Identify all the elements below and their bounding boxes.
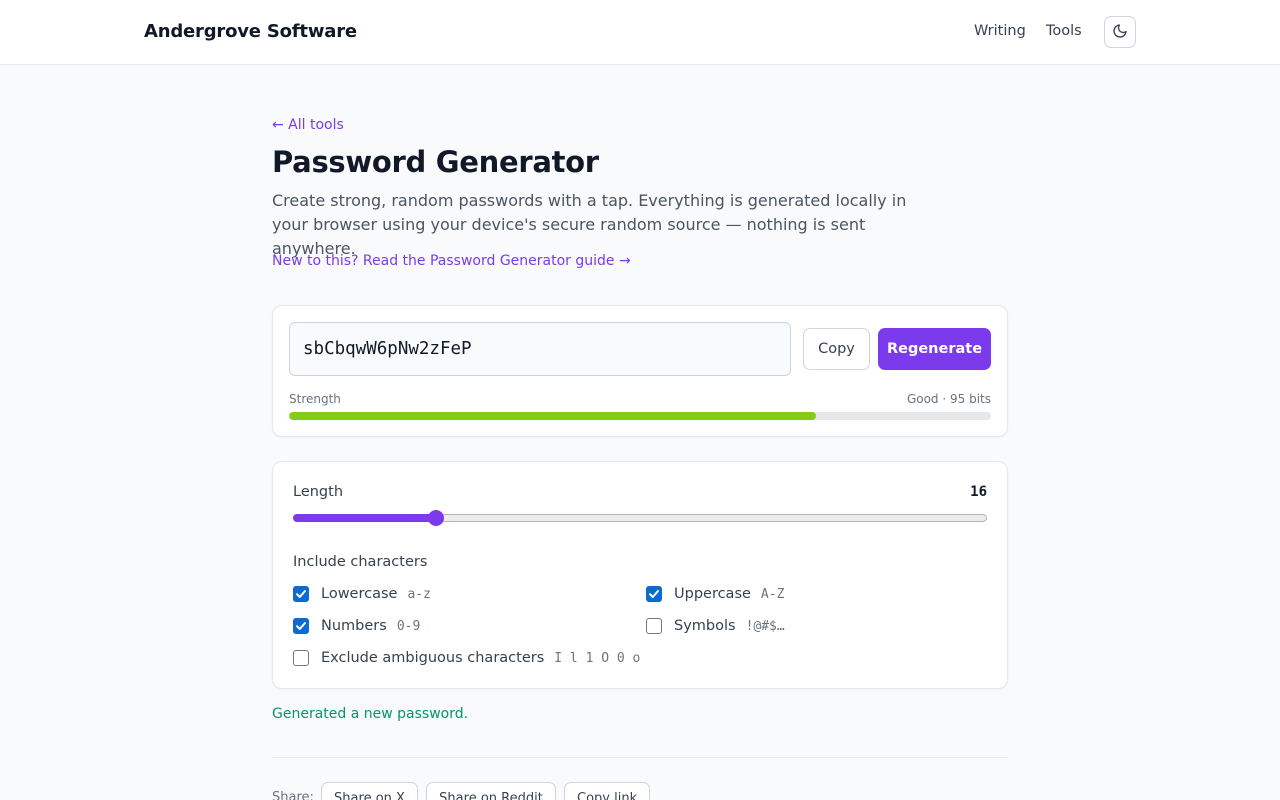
password-output-field[interactable]: sbCbqwW6pNw2zFeP [289,322,791,376]
option-numbers[interactable]: Numbers 0-9 [293,618,420,634]
lowercase-hint: a-z [407,586,431,602]
nav-link-tools[interactable]: Tools [1046,23,1082,39]
exclude-ambiguous-checkbox[interactable] [293,650,309,666]
length-slider-thumb[interactable] [427,510,444,526]
uppercase-label: Uppercase [674,586,751,602]
length-slider-fill [293,514,436,522]
length-slider[interactable] [293,510,987,526]
symbols-hint: !@#$… [745,618,785,634]
checkmark-icon [296,622,306,630]
uppercase-hint: A-Z [760,586,785,602]
theme-toggle-button[interactable] [1104,16,1136,48]
numbers-checkbox[interactable] [293,618,309,634]
status-message: Generated a new password. [272,706,469,722]
lowercase-checkbox[interactable] [293,586,309,602]
option-lowercase[interactable]: Lowercase a-z [293,586,431,602]
numbers-hint: 0-9 [396,618,421,634]
share-on-reddit-button[interactable]: Share on Reddit [426,782,556,800]
guide-link[interactable]: New to this? Read the Password Generator… [272,253,631,269]
moon-icon [1112,23,1128,42]
strength-meter [289,412,991,420]
options-card: Length 16 Include characters Lowercase a… [272,461,1008,689]
checkmark-icon [296,590,306,598]
option-symbols[interactable]: Symbols !@#$… [646,618,785,634]
share-on-x-button[interactable]: Share on X [321,782,418,800]
strength-label: Strength [289,392,341,406]
strength-value: Good · 95 bits [906,392,991,406]
exclude-ambiguous-label: Exclude ambiguous characters [321,650,545,666]
exclude-ambiguous-hint: I l 1 O 0 o [554,650,641,666]
checkmark-icon [649,590,659,598]
length-label: Length [293,484,344,500]
top-navigation-bar: Andergrove Software Writing Tools [0,0,1280,65]
all-tools-link[interactable]: ← All tools [272,117,344,133]
regenerate-button[interactable]: Regenerate [878,328,991,370]
include-characters-label: Include characters [293,554,428,570]
divider [272,757,1008,758]
brand-logo[interactable]: Andergrove Software [144,21,357,42]
copy-button[interactable]: Copy [803,328,870,370]
page-title: Password Generator [272,145,599,179]
password-output-card: sbCbqwW6pNw2zFeP Copy Regenerate Strengt… [272,305,1008,437]
symbols-checkbox[interactable] [646,618,662,634]
option-uppercase[interactable]: Uppercase A-Z [646,586,784,602]
nav-link-writing[interactable]: Writing [974,23,1026,39]
copy-link-button[interactable]: Copy link [564,782,650,800]
uppercase-checkbox[interactable] [646,586,662,602]
symbols-label: Symbols [674,618,736,634]
numbers-label: Numbers [321,618,387,634]
share-label: Share: [272,790,314,800]
length-value: 16 [970,484,987,500]
strength-meter-fill [289,412,816,420]
option-exclude-ambiguous[interactable]: Exclude ambiguous characters I l 1 O 0 o [293,650,640,666]
lowercase-label: Lowercase [321,586,398,602]
page-intro: Create strong, random passwords with a t… [272,191,907,258]
